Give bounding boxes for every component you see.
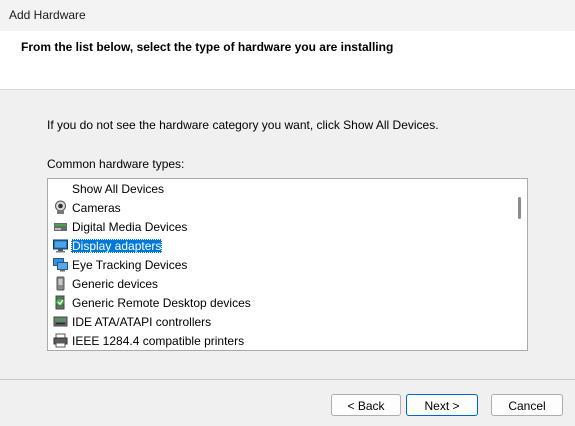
list-item-label: Cameras xyxy=(72,201,121,215)
list-item-label: Show All Devices xyxy=(72,182,165,196)
footer-separator xyxy=(0,379,575,380)
list-item-ieee-1284-4-compatible-printers[interactable]: IEEE 1284.4 compatible printers xyxy=(48,331,510,350)
next-button[interactable]: Next > xyxy=(406,394,478,416)
hint-text: If you do not see the hardware category … xyxy=(47,118,439,132)
window-title: Add Hardware xyxy=(9,8,86,22)
list-item-label: Digital Media Devices xyxy=(72,220,188,234)
hardware-list-label: Common hardware types: xyxy=(47,157,185,171)
list-item-label: Display adapters xyxy=(71,239,163,253)
remote-desktop-icon xyxy=(53,295,68,310)
list-item-label: Eye Tracking Devices xyxy=(72,258,188,272)
list-item-ide-ata-atapi-controllers[interactable]: IDE ATA/ATAPI controllers xyxy=(48,312,510,331)
hardware-type-list[interactable]: Show All Devices Cameras Digital Media D… xyxy=(47,178,528,351)
display-adapter-icon xyxy=(53,238,68,253)
list-item-label: Generic Remote Desktop devices xyxy=(72,296,251,310)
header-instruction: From the list below, select the type of … xyxy=(21,40,394,54)
camera-icon xyxy=(53,200,68,215)
list-item-generic-devices[interactable]: Generic devices xyxy=(48,274,510,293)
list-item-label: IDE ATA/ATAPI controllers xyxy=(72,315,212,329)
list-item-cameras[interactable]: Cameras xyxy=(48,198,510,217)
list-item-label: IEEE 1284.4 compatible printers xyxy=(72,334,245,348)
eye-tracking-icon xyxy=(53,257,68,272)
header-panel: From the list below, select the type of … xyxy=(0,31,575,90)
list-item-generic-remote-desktop-devices[interactable]: Generic Remote Desktop devices xyxy=(48,293,510,312)
scrollbar-thumb[interactable] xyxy=(518,197,521,219)
ide-controller-icon xyxy=(53,314,68,329)
list-item-display-adapters[interactable]: Display adapters xyxy=(48,236,510,255)
list-scrollbar[interactable] xyxy=(512,179,527,350)
list-item-show-all-devices[interactable]: Show All Devices xyxy=(48,179,510,198)
cancel-button[interactable]: Cancel xyxy=(491,394,563,416)
title-bar: Add Hardware xyxy=(0,0,575,31)
generic-device-icon xyxy=(53,276,68,291)
list-item-digital-media-devices[interactable]: Digital Media Devices xyxy=(48,217,510,236)
back-button[interactable]: < Back xyxy=(331,394,401,416)
media-device-icon xyxy=(53,219,68,234)
printer-icon xyxy=(53,333,68,348)
list-item-label: Generic devices xyxy=(72,277,159,291)
list-item-eye-tracking-devices[interactable]: Eye Tracking Devices xyxy=(48,255,510,274)
